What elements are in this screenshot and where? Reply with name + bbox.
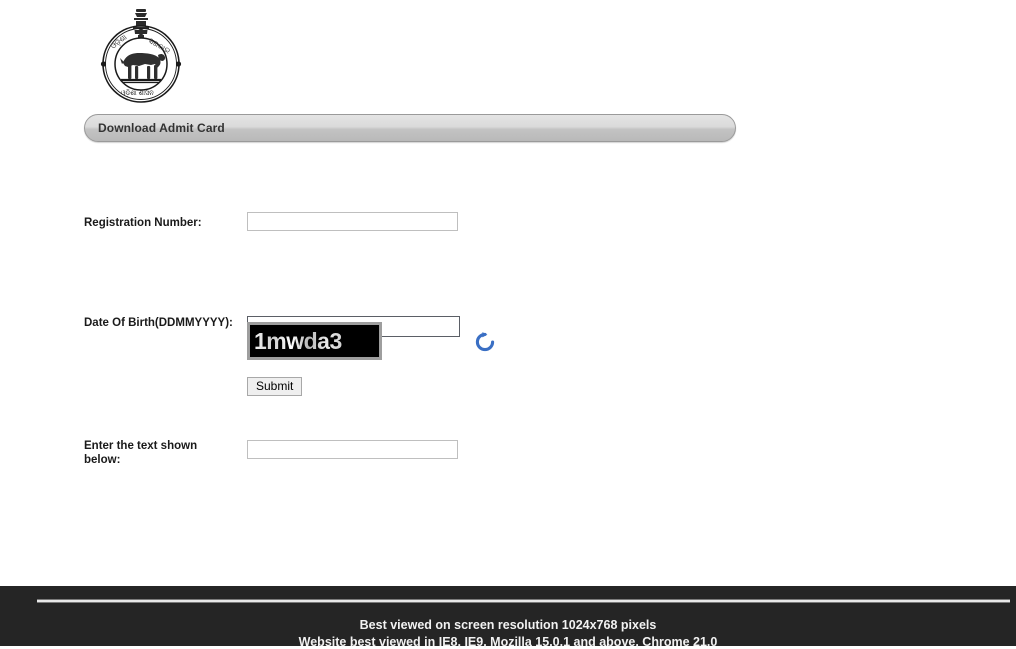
date-of-birth-label: Date Of Birth(DDMMYYYY): bbox=[84, 317, 233, 329]
captcha-answer-label: Enter the text shown below: bbox=[84, 440, 198, 466]
page-footer: Best viewed on screen resolution 1024x76… bbox=[0, 586, 1016, 649]
captcha-row: 1mwda3 bbox=[247, 322, 667, 368]
ashoka-capital-icon bbox=[133, 9, 149, 38]
captcha-image: 1mwda3 bbox=[247, 322, 382, 360]
footer-text-browsers: Website best viewed in IE8, IE9, Mozilla… bbox=[298, 635, 718, 649]
captcha-text: 1mwda3 bbox=[254, 328, 342, 354]
svg-text:ଓଡ଼ିଶା ଶାସନ: ଓଡ଼ିଶା ଶାସନ bbox=[121, 89, 154, 97]
submit-button[interactable]: Submit bbox=[247, 377, 303, 396]
footer-text-resolution: Best viewed on screen resolution 1024x76… bbox=[359, 618, 657, 632]
admit-card-form: Registration Number: Date Of Birth(DDMMY… bbox=[84, 206, 704, 466]
footer-divider bbox=[37, 599, 1010, 603]
government-of-odisha-emblem: ଓଡ଼ିଶା ସରକାର ଓଡ଼ିଶା ଶାସନ bbox=[95, 6, 187, 106]
form-row-captcha-answer: Enter the text shown below: bbox=[84, 362, 704, 466]
svg-text:ଓଡ଼ିଶା: ଓଡ଼ିଶା bbox=[109, 32, 129, 50]
registration-number-label: Registration Number: bbox=[84, 217, 202, 229]
refresh-icon[interactable] bbox=[474, 331, 496, 353]
captcha-answer-input[interactable] bbox=[247, 440, 458, 459]
form-row-registration-number: Registration Number: bbox=[84, 206, 704, 242]
form-row-date-of-birth: Date Of Birth(DDMMYYYY): bbox=[84, 278, 704, 337]
registration-number-input[interactable] bbox=[247, 212, 458, 231]
bull-figure-icon bbox=[120, 53, 166, 79]
svg-text:ସରକାର: ସରକାର bbox=[147, 36, 172, 56]
page-header-bar: Download Admit Card bbox=[84, 114, 736, 142]
page-title: Download Admit Card bbox=[98, 121, 225, 135]
